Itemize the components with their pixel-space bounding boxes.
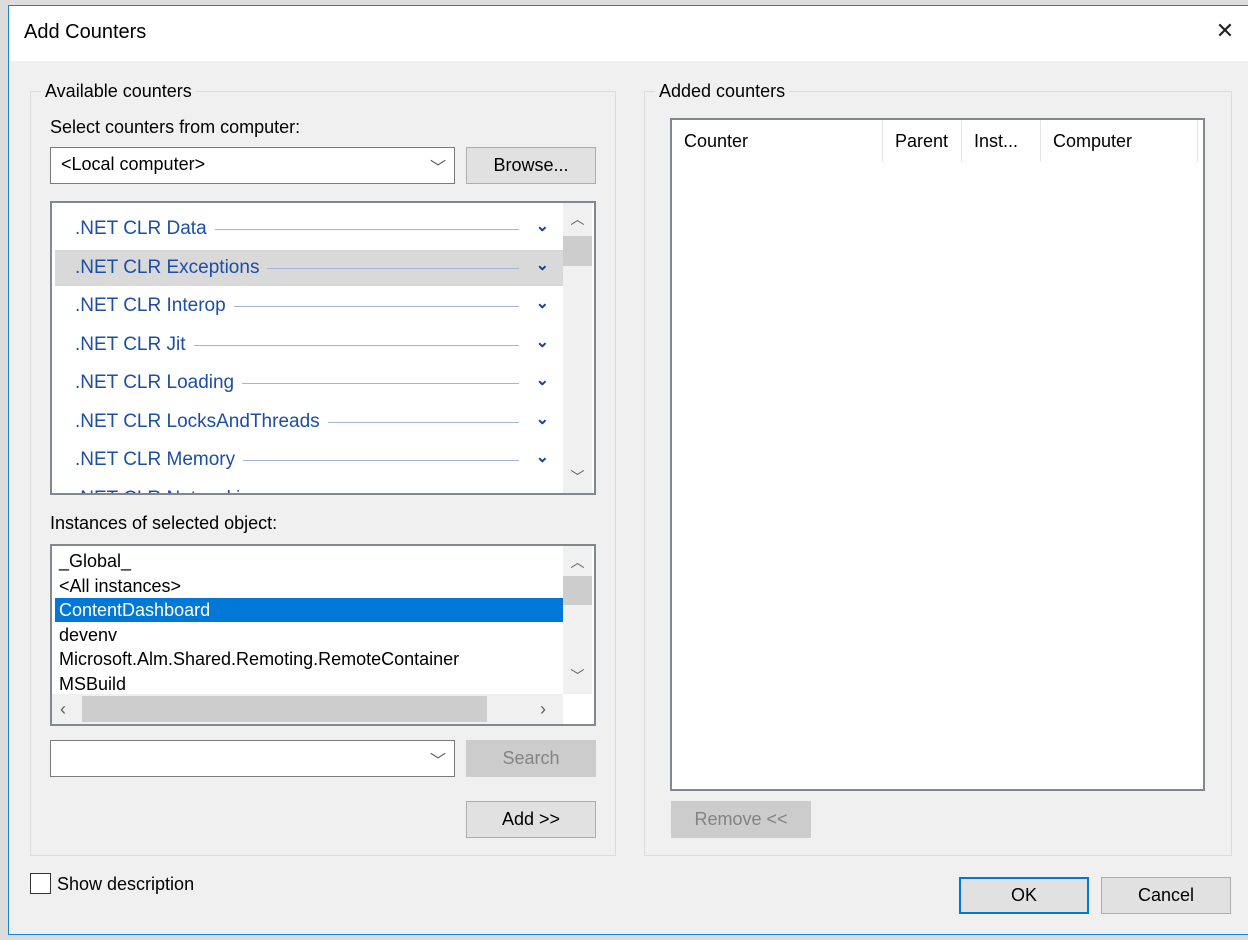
instance-item[interactable]: MSBuild xyxy=(55,672,563,696)
divider-line xyxy=(234,306,519,307)
scroll-up-icon[interactable]: ︿ xyxy=(563,552,592,572)
divider-line xyxy=(215,229,519,230)
scroll-thumb[interactable] xyxy=(82,696,487,722)
column-header-computer[interactable]: Computer xyxy=(1041,120,1198,162)
scroll-down-icon[interactable]: ﹀ xyxy=(563,666,592,686)
divider-line xyxy=(267,267,519,269)
remove-button[interactable]: Remove << xyxy=(671,801,811,838)
divider-line xyxy=(328,421,519,423)
counter-label: .NET CLR Memory xyxy=(75,449,236,470)
column-header-counter[interactable]: Counter xyxy=(672,120,883,162)
counter-list-scrollbar[interactable]: ︿ ﹀ xyxy=(563,203,592,493)
computer-combobox[interactable]: <Local computer> ﹀ xyxy=(50,147,455,184)
counter-label: .NET CLR Networking xyxy=(75,488,262,494)
counter-list[interactable]: .NET CLR Data ⌄ .NET CLR Exceptions ⌄ .NET C… xyxy=(50,201,596,495)
available-counters-legend: Available counters xyxy=(41,81,196,102)
expand-chevron-icon[interactable]: ⌄ xyxy=(536,486,549,494)
search-button[interactable]: Search xyxy=(466,740,596,777)
counter-item[interactable]: .NET CLR Data ⌄ xyxy=(55,211,563,247)
instances-label: Instances of selected object: xyxy=(50,513,278,533)
counter-item[interactable]: .NET CLR Exceptions ⌄ xyxy=(55,249,563,286)
chevron-down-icon: ﹀ xyxy=(429,753,446,770)
counter-item[interactable]: .NET CLR Memory ⌄ xyxy=(55,442,563,478)
instances-vscrollbar[interactable]: ︿ ﹀ xyxy=(563,546,592,694)
title-bar: Add Counters ✕ xyxy=(9,6,1248,61)
scroll-thumb[interactable] xyxy=(563,576,592,605)
cancel-button[interactable]: Cancel xyxy=(1101,877,1231,914)
scroll-left-icon[interactable]: ‹ xyxy=(60,699,66,720)
computer-label: Select counters from computer: xyxy=(50,117,301,137)
expand-chevron-icon[interactable]: ⌄ xyxy=(536,293,549,313)
counter-label: .NET CLR Loading xyxy=(75,372,235,393)
added-counters-table[interactable]: Counter Parent Inst... Computer xyxy=(670,118,1205,791)
counter-label: .NET CLR Data xyxy=(75,218,207,239)
expand-chevron-icon[interactable]: ⌄ xyxy=(536,216,549,236)
add-button[interactable]: Add >> xyxy=(466,801,596,838)
divider-line xyxy=(243,460,519,461)
instances-hscrollbar[interactable]: ‹ › xyxy=(52,694,563,724)
counter-item[interactable]: .NET CLR Interop ⌄ xyxy=(55,288,563,324)
expand-chevron-icon[interactable]: ⌄ xyxy=(536,447,549,467)
expand-chevron-icon[interactable]: ⌄ xyxy=(536,409,549,429)
counter-label: .NET CLR Exceptions xyxy=(75,256,260,278)
scroll-thumb[interactable] xyxy=(563,236,592,266)
dialog-title: Add Counters xyxy=(24,21,147,43)
chevron-down-icon: ﹀ xyxy=(429,160,446,177)
scroll-up-icon[interactable]: ︿ xyxy=(563,209,592,229)
expand-chevron-icon[interactable]: ⌄ xyxy=(536,370,549,390)
computer-value: <Local computer> xyxy=(61,154,206,174)
browse-button[interactable]: Browse... xyxy=(466,147,596,184)
added-counters-legend: Added counters xyxy=(655,81,790,102)
scroll-down-icon[interactable]: ﹀ xyxy=(563,467,592,487)
divider-line xyxy=(242,383,519,384)
counter-label: .NET CLR Jit xyxy=(75,333,186,355)
instance-item[interactable]: _Global_ xyxy=(55,549,563,573)
instance-search-combobox[interactable]: ﹀ xyxy=(50,740,455,777)
instances-list[interactable]: _Global_ <All instances> ContentDashboard d… xyxy=(50,544,596,726)
column-header-instance[interactable]: Inst... xyxy=(962,120,1041,162)
counter-item[interactable]: .NET CLR LocksAndThreads ⌄ xyxy=(55,404,563,440)
show-description-label[interactable]: Show description xyxy=(57,874,194,895)
instance-item[interactable]: <All instances> xyxy=(55,574,563,598)
divider-line xyxy=(194,344,519,346)
scroll-right-icon[interactable]: › xyxy=(540,699,546,720)
instance-item[interactable]: Microsoft.Alm.Shared.Remoting.RemoteCont… xyxy=(55,647,563,671)
show-description-checkbox[interactable] xyxy=(30,873,51,894)
expand-chevron-icon[interactable]: ⌄ xyxy=(536,332,549,352)
counter-label: .NET CLR LocksAndThreads xyxy=(75,410,320,432)
close-icon[interactable]: ✕ xyxy=(1210,16,1240,46)
add-counters-dialog: Add Counters ✕ Available counters Select… xyxy=(8,5,1248,935)
counter-item[interactable]: .NET CLR Loading ⌄ xyxy=(55,365,563,401)
instance-item[interactable]: ContentDashboard xyxy=(55,598,563,622)
counter-item[interactable]: .NET CLR Networking ⌄ xyxy=(55,481,563,494)
column-header-parent[interactable]: Parent xyxy=(883,120,962,162)
counter-item[interactable]: .NET CLR Jit ⌄ xyxy=(55,327,563,363)
expand-chevron-icon[interactable]: ⌄ xyxy=(536,255,549,275)
ok-button[interactable]: OK xyxy=(959,877,1089,914)
instance-item[interactable]: devenv xyxy=(55,623,563,647)
counter-label: .NET CLR Interop xyxy=(75,295,226,316)
